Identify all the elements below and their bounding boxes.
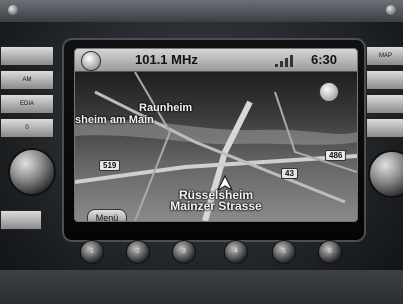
left-button-panel: AM EDIA 0 (0, 40, 58, 240)
left-hardware-button-1[interactable] (0, 46, 54, 66)
left-hardware-button-0[interactable]: 0 (0, 118, 54, 138)
radio-frequency: 101.1 MHz (135, 52, 198, 67)
volume-knob[interactable] (8, 148, 56, 196)
navigation-screen[interactable]: 101.1 MHz 6:30 Raunheim sheim am Main 51… (74, 48, 358, 222)
indicator-light (8, 5, 18, 15)
status-bar: 101.1 MHz 6:30 (75, 49, 357, 72)
current-street: Mainzer Strasse (170, 199, 262, 213)
indicator-light (386, 5, 396, 15)
tuning-knob[interactable] (368, 150, 403, 198)
preset-button-5[interactable]: 5 (272, 240, 296, 264)
clock: 6:30 (311, 52, 338, 67)
top-dashboard-strip (0, 0, 403, 22)
left-hardware-button-am[interactable]: AM (0, 70, 54, 90)
map-label-sheim-am-main: sheim am Main (75, 114, 154, 126)
home-icon[interactable] (81, 51, 101, 71)
preset-button-1[interactable]: 1 (80, 240, 104, 264)
road-shield-519: 519 (99, 160, 121, 171)
right-button-panel: MAP (364, 40, 403, 240)
map-label-raunheim: Raunheim (139, 102, 193, 114)
right-hardware-button-4[interactable] (366, 118, 403, 138)
right-hardware-button-2[interactable] (366, 70, 403, 90)
road-shield-486: 486 (325, 150, 347, 161)
compass-icon[interactable] (319, 82, 339, 102)
preset-button-2[interactable]: 2 (126, 240, 150, 264)
phone-button[interactable] (0, 210, 42, 230)
signal-strength-icon (275, 55, 297, 67)
preset-button-6[interactable]: 6 (318, 240, 342, 264)
preset-buttons: 1 2 3 4 5 6 (74, 236, 356, 266)
right-hardware-button-3[interactable] (366, 94, 403, 114)
preset-button-3[interactable]: 3 (172, 240, 196, 264)
left-hardware-button-media[interactable]: EDIA (0, 94, 54, 114)
lower-dashboard (0, 270, 403, 304)
road-shield-43: 43 (281, 168, 298, 179)
preset-button-4[interactable]: 4 (224, 240, 248, 264)
infotainment-photo: AM EDIA 0 MAP 101.1 MHz 6:30 Raunheim sh… (0, 0, 403, 304)
map-button[interactable]: MAP (366, 46, 403, 66)
